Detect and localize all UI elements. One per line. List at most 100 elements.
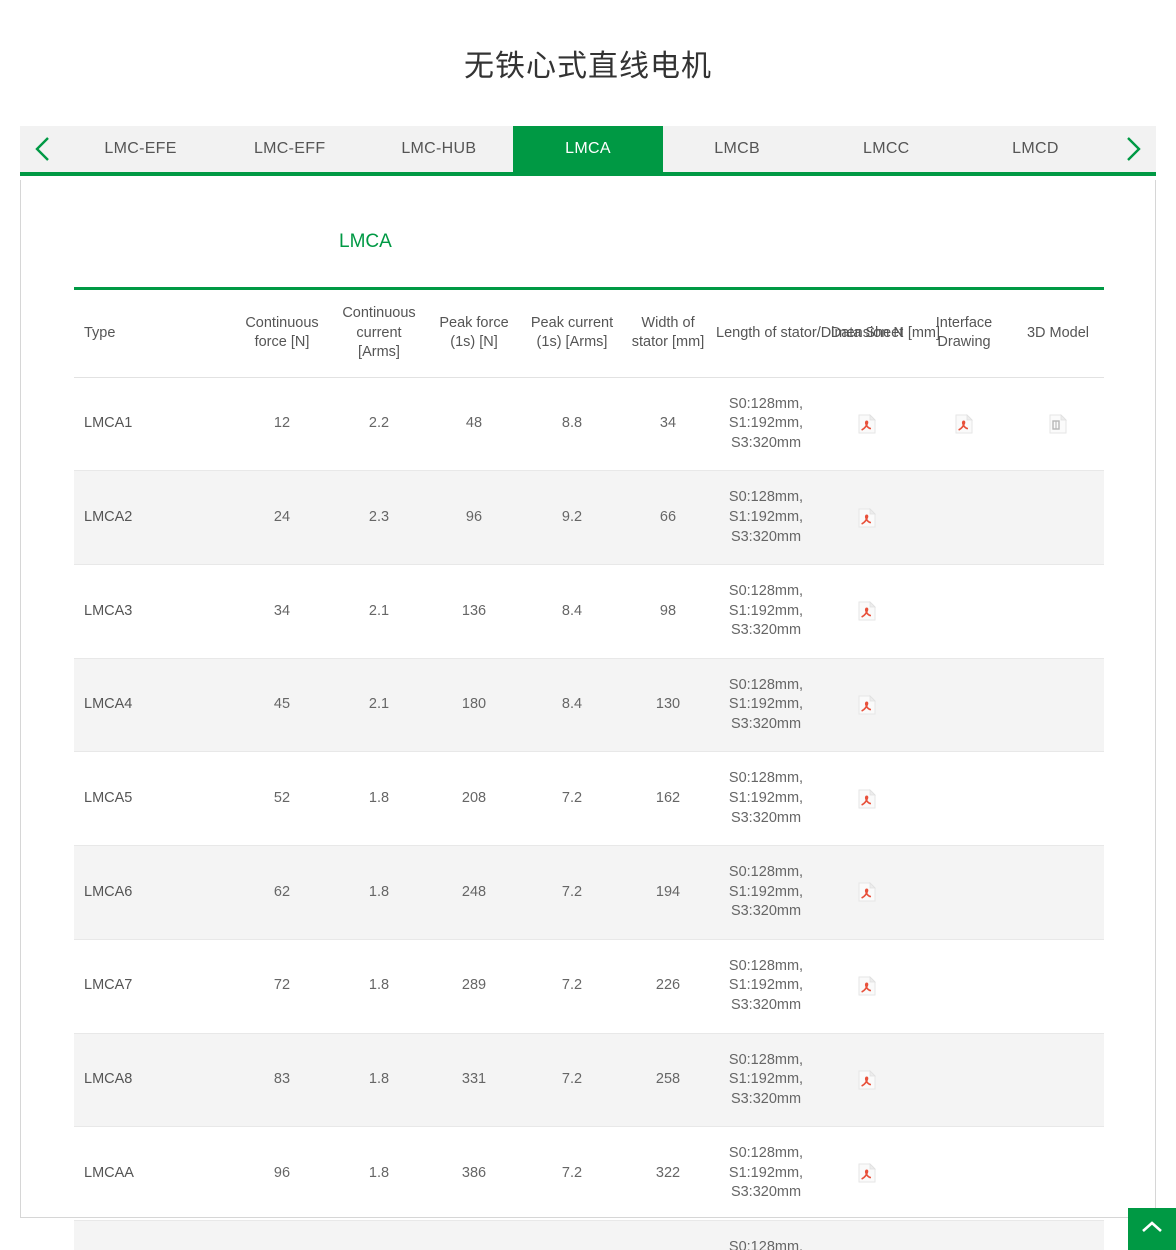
cell-3d-model xyxy=(1012,1127,1104,1221)
cell-continuous-current: 1.8 xyxy=(332,846,426,940)
cell-peak-current: 7.2 xyxy=(522,752,622,846)
cell-3d-model xyxy=(1012,1033,1104,1127)
cell-type: LMCA8 xyxy=(74,1033,232,1127)
pdf-icon[interactable] xyxy=(858,882,876,902)
col-header-peak-current: Peak current (1s) [Arms] xyxy=(522,289,622,378)
pdf-icon[interactable] xyxy=(858,414,876,434)
cell-interface-drawing xyxy=(916,471,1012,565)
dim-line-s1: S1:192mm, xyxy=(716,508,816,528)
dim-line-s1: S1:192mm, xyxy=(716,1164,816,1184)
spec-table: Type Continuous force [N] Continuous cur… xyxy=(74,287,1104,1250)
cell-data-sheet[interactable] xyxy=(818,939,916,1033)
cell-interface-drawing xyxy=(916,846,1012,940)
cell-peak-force: 208 xyxy=(426,752,522,846)
dim-line-s1: S1:192mm, xyxy=(716,1070,816,1090)
col-header-3d-model: 3D Model xyxy=(1012,289,1104,378)
cell-data-sheet[interactable] xyxy=(818,565,916,659)
pdf-icon[interactable] xyxy=(858,695,876,715)
dim-line-s0: S0:128mm, xyxy=(716,1051,816,1071)
tab-lmcc[interactable]: LMCC xyxy=(812,126,961,172)
col-header-peak-force: Peak force (1s) [N] xyxy=(426,289,522,378)
cell-peak-current: 8.8 xyxy=(522,377,622,471)
col-header-data-sheet: Data Sheet xyxy=(818,289,916,378)
cell-length-of-stator: S0:128mm, S1:192mm, S3:320mm xyxy=(714,939,818,1033)
cell-data-sheet[interactable] xyxy=(818,377,916,471)
cell-length-of-stator: S0:128mm, S1:192mm, S3:320mm xyxy=(714,565,818,659)
tab-lmc-hub[interactable]: LMC-HUB xyxy=(364,126,513,172)
dim-line-s0: S0:128mm, xyxy=(716,769,816,789)
cell-peak-current: 8.4 xyxy=(522,658,622,752)
cell-data-sheet[interactable] xyxy=(818,1033,916,1127)
tab-list: LMC-EFE LMC-EFF LMC-HUB LMCA LMCB LMCC L… xyxy=(66,126,1110,172)
cell-peak-current: 9.2 xyxy=(522,471,622,565)
tab-lmc-efe[interactable]: LMC-EFE xyxy=(66,126,215,172)
cell-length-of-stator: S0:128mm, S1:192mm, S3:320mm xyxy=(714,1033,818,1127)
table-row: LMCA4 45 2.1 180 8.4 130 S0:128mm, S1:19… xyxy=(74,658,1104,752)
cell-interface-drawing[interactable] xyxy=(916,377,1012,471)
cell-peak-force: 248 xyxy=(426,846,522,940)
cell-peak-force: 96 xyxy=(426,471,522,565)
cell-data-sheet[interactable] xyxy=(818,752,916,846)
cell-interface-drawing xyxy=(916,658,1012,752)
cell-width-of-stator: 194 xyxy=(622,846,714,940)
back-to-top-button[interactable] xyxy=(1128,1208,1176,1250)
dim-line-s1: S1:192mm, xyxy=(716,789,816,809)
cell-3d-model[interactable] xyxy=(1012,377,1104,471)
chevron-right-icon xyxy=(1122,134,1144,164)
dim-line-s0: S0:128mm, xyxy=(716,1144,816,1164)
pdf-icon[interactable] xyxy=(858,1163,876,1183)
cell-width-of-stator: 98 xyxy=(622,565,714,659)
pdf-icon[interactable] xyxy=(858,976,876,996)
pdf-icon[interactable] xyxy=(858,601,876,621)
cell-type: LMCA2 xyxy=(74,471,232,565)
cell-continuous-force: 34 xyxy=(232,565,332,659)
cell-data-sheet[interactable] xyxy=(818,1127,916,1221)
tab-prev-arrow[interactable] xyxy=(20,126,66,172)
dim-line-s3: S3:320mm xyxy=(716,528,816,548)
tab-lmcd[interactable]: LMCD xyxy=(961,126,1110,172)
cell-continuous-current: 1.8 xyxy=(332,752,426,846)
cell-continuous-current: 2.3 xyxy=(332,471,426,565)
cell-width-of-stator: 258 xyxy=(622,1033,714,1127)
cell-data-sheet[interactable] xyxy=(818,1220,916,1250)
cell-type: LMCA6 xyxy=(74,846,232,940)
table-row: LMCAA 96 1.8 386 7.2 322 S0:128mm, S1:19… xyxy=(74,1127,1104,1221)
dim-line-s1: S1:192mm, xyxy=(716,976,816,996)
dim-line-s1: S1:192mm, xyxy=(716,414,816,434)
pdf-icon[interactable] xyxy=(858,789,876,809)
cell-width-of-stator: 66 xyxy=(622,471,714,565)
cell-continuous-force: 72 xyxy=(232,939,332,1033)
cell-continuous-force: 52 xyxy=(232,752,332,846)
pdf-icon[interactable] xyxy=(955,414,973,434)
pdf-icon[interactable] xyxy=(858,508,876,528)
pdf-icon[interactable] xyxy=(858,1070,876,1090)
cell-peak-current: 7.2 xyxy=(522,939,622,1033)
table-header-row: Type Continuous force [N] Continuous cur… xyxy=(74,289,1104,378)
cell-interface-drawing xyxy=(916,1033,1012,1127)
tab-next-arrow[interactable] xyxy=(1110,126,1156,172)
tab-lmcb[interactable]: LMCB xyxy=(663,126,812,172)
cell-peak-force: 289 xyxy=(426,939,522,1033)
cell-interface-drawing xyxy=(916,939,1012,1033)
cell-data-sheet[interactable] xyxy=(818,658,916,752)
cell-type: LMCAA xyxy=(74,1127,232,1221)
tab-lmc-eff[interactable]: LMC-EFF xyxy=(215,126,364,172)
dim-line-s3: S3:320mm xyxy=(716,996,816,1016)
table-row: LMCA1 12 2.2 48 8.8 34 S0:128mm, S1:192m… xyxy=(74,377,1104,471)
dim-line-s3: S3:320mm xyxy=(716,809,816,829)
cell-data-sheet[interactable] xyxy=(818,471,916,565)
cell-continuous-current: 2.1 xyxy=(332,565,426,659)
cell-interface-drawing xyxy=(916,1220,1012,1250)
table-row: LMCA2 24 2.3 96 9.2 66 S0:128mm, S1:192m… xyxy=(74,471,1104,565)
tab-label: LMC-EFF xyxy=(254,140,325,158)
3d-model-icon[interactable] xyxy=(1049,414,1067,434)
cell-continuous-force: 96 xyxy=(232,1127,332,1221)
cell-3d-model xyxy=(1012,939,1104,1033)
cell-length-of-stator: S0:128mm, S1:192mm, S3:320mm xyxy=(714,377,818,471)
cell-width-of-stator: 162 xyxy=(622,752,714,846)
dim-line-s0: S0:128mm, xyxy=(716,1238,816,1250)
cell-data-sheet[interactable] xyxy=(818,846,916,940)
cell-type: LMCA3 xyxy=(74,565,232,659)
cell-continuous-force: 24 xyxy=(232,471,332,565)
tab-lmca[interactable]: LMCA xyxy=(513,126,662,172)
